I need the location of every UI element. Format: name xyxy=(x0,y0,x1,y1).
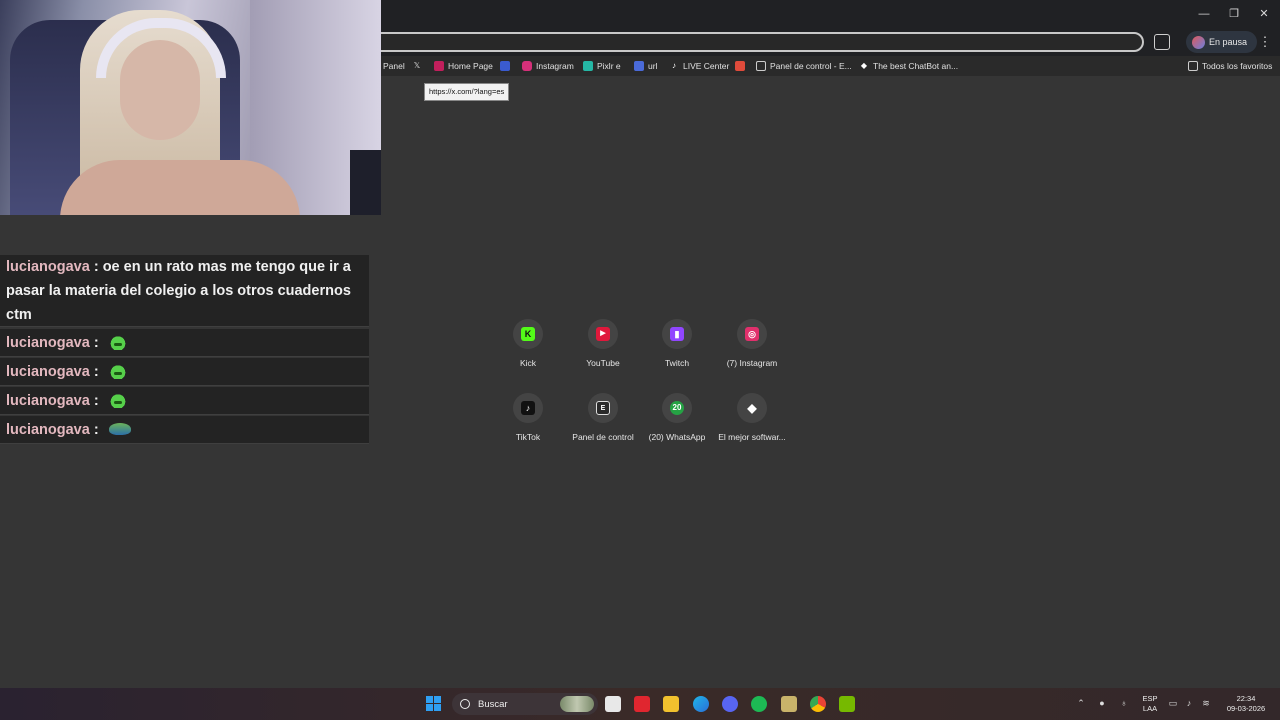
folder-icon xyxy=(1188,61,1198,71)
tiktok-icon: ♪ xyxy=(521,401,535,415)
bookmark-label: Instagram xyxy=(536,61,574,71)
address-bar[interactable] xyxy=(370,32,1144,52)
chat-message: lucianogava : xyxy=(0,416,369,444)
microphone-icon[interactable]: ♁ xyxy=(1119,698,1129,708)
more-menu-icon[interactable]: ⋮ xyxy=(1258,33,1272,51)
volume-icon[interactable]: ♪ xyxy=(1184,698,1194,708)
lang-bottom: LAA xyxy=(1142,704,1158,713)
clock-time: 22:34 xyxy=(1236,694,1256,703)
bookmark-live-center[interactable]: ♪ LIVE Center xyxy=(669,59,729,73)
kick-icon: K xyxy=(521,327,535,341)
epic-icon: E xyxy=(596,401,610,415)
shortcut-label: El mejor softwar... xyxy=(718,432,786,442)
bookmark-pixlr[interactable]: Pixlr e xyxy=(583,59,621,73)
edge-icon[interactable] xyxy=(693,696,709,712)
bookmark-label: LIVE Center xyxy=(683,61,730,71)
chat-message: lucianogava : oe en un rato mas me tengo… xyxy=(0,255,369,327)
all-bookmarks-label: Todos los favoritos xyxy=(1202,61,1273,71)
whatsapp-icon: 20 xyxy=(670,401,684,415)
diamond-icon: ◆ xyxy=(747,401,757,415)
home-page-icon xyxy=(434,61,444,71)
language-indicator[interactable]: ESP LAA xyxy=(1140,694,1160,714)
minimize-icon[interactable]: — xyxy=(1194,6,1214,22)
chat-message: lucianogava : xyxy=(0,329,369,357)
tiktok-icon: ♪ xyxy=(672,61,676,70)
bookmark-label: Home Page xyxy=(448,61,493,71)
file-explorer-icon[interactable] xyxy=(663,696,679,712)
search-highlight-image xyxy=(560,696,594,712)
pixlr-icon xyxy=(583,61,593,71)
bookmark-instagram[interactable]: Instagram xyxy=(522,59,574,73)
chat-message: lucianogava : xyxy=(0,387,369,415)
frog-emote xyxy=(108,392,127,408)
bookmark-panel[interactable]: Panel xyxy=(383,59,405,73)
chat-username: lucianogava xyxy=(6,335,90,351)
search-icon xyxy=(460,699,470,709)
app-icon[interactable] xyxy=(781,696,797,712)
close-icon[interactable]: ✕ xyxy=(1254,6,1274,22)
bookmark-label: url xyxy=(648,61,658,71)
chat-username: lucianogava xyxy=(6,393,90,409)
discord-icon[interactable] xyxy=(722,696,738,712)
bookmark-label: The best ChatBot an... xyxy=(873,61,959,71)
shortcut-el-mejor-software[interactable]: ◆ El mejor softwar... xyxy=(707,393,797,442)
lang-top: ESP xyxy=(1142,694,1158,703)
pause-label: En pausa xyxy=(1209,37,1248,47)
network-icon[interactable]: ≋ xyxy=(1201,698,1211,708)
chat-username: lucianogava xyxy=(6,422,90,438)
nvidia-icon[interactable] xyxy=(839,696,855,712)
diamond-icon: ◆ xyxy=(860,61,868,70)
chat-username: lucianogava xyxy=(6,259,90,275)
shortcut-instagram[interactable]: ◎ (7) Instagram xyxy=(707,319,797,368)
restore-icon[interactable]: ❐ xyxy=(1224,6,1244,22)
bookmark-url[interactable]: url xyxy=(634,59,657,73)
tray-app-icon[interactable]: ● xyxy=(1097,698,1107,708)
chevron-up-icon[interactable]: ⌃ xyxy=(1076,698,1086,708)
instagram-icon: ◎ xyxy=(745,327,759,341)
frog-emote xyxy=(108,334,127,350)
webcam-feed xyxy=(0,0,381,215)
windows-start-icon[interactable] xyxy=(426,696,442,712)
page-icon xyxy=(756,61,766,71)
shortcut-label: (7) Instagram xyxy=(726,358,778,368)
twitch-icon: ▮ xyxy=(670,327,684,341)
bookmark-x[interactable]: 𝕏 xyxy=(412,59,422,73)
chat-username: lucianogava xyxy=(6,364,90,380)
taskbar-search[interactable]: Buscar xyxy=(452,693,598,715)
wps-office-icon[interactable] xyxy=(634,696,650,712)
youtube-icon: ▶ xyxy=(596,327,610,341)
url-icon xyxy=(634,61,644,71)
chat-message: lucianogava : xyxy=(0,358,369,386)
bookmark-home-page[interactable]: Home Page xyxy=(434,59,493,73)
bookmark-gmail[interactable] xyxy=(735,59,745,73)
all-bookmarks-button[interactable]: Todos los favoritos xyxy=(1188,59,1272,73)
pepe-emote xyxy=(108,423,131,435)
bookmark-label: Panel de control - E... xyxy=(770,61,852,71)
profile-pause-button[interactable]: En pausa xyxy=(1186,31,1258,53)
bookmark-panel-de-control[interactable]: Panel de control - E... xyxy=(756,59,852,73)
search-placeholder: Buscar xyxy=(478,698,508,710)
display-icon[interactable]: ▭ xyxy=(1168,698,1178,708)
task-view-icon[interactable] xyxy=(605,696,621,712)
extensions-icon[interactable] xyxy=(1154,34,1170,50)
chrome-icon[interactable] xyxy=(810,696,826,712)
clock-date: 09-03-2026 xyxy=(1226,704,1266,713)
bookmark-label: Pixlr e xyxy=(597,61,621,71)
bookmark-blue[interactable] xyxy=(500,59,510,73)
bookmark-label: Panel xyxy=(383,61,405,71)
avatar xyxy=(1192,35,1205,49)
bookmark-chatbot[interactable]: ◆ The best ChatBot an... xyxy=(859,59,958,73)
clock[interactable]: 22:34 09-03-2026 xyxy=(1222,694,1270,714)
spotify-icon[interactable] xyxy=(751,696,767,712)
blue-square-icon xyxy=(500,61,510,71)
frog-emote xyxy=(108,363,127,379)
gmail-icon xyxy=(735,61,745,71)
x-icon: 𝕏 xyxy=(413,61,421,70)
instagram-icon xyxy=(522,61,532,71)
link-tooltip: https://x.com/?lang=es xyxy=(424,83,510,101)
